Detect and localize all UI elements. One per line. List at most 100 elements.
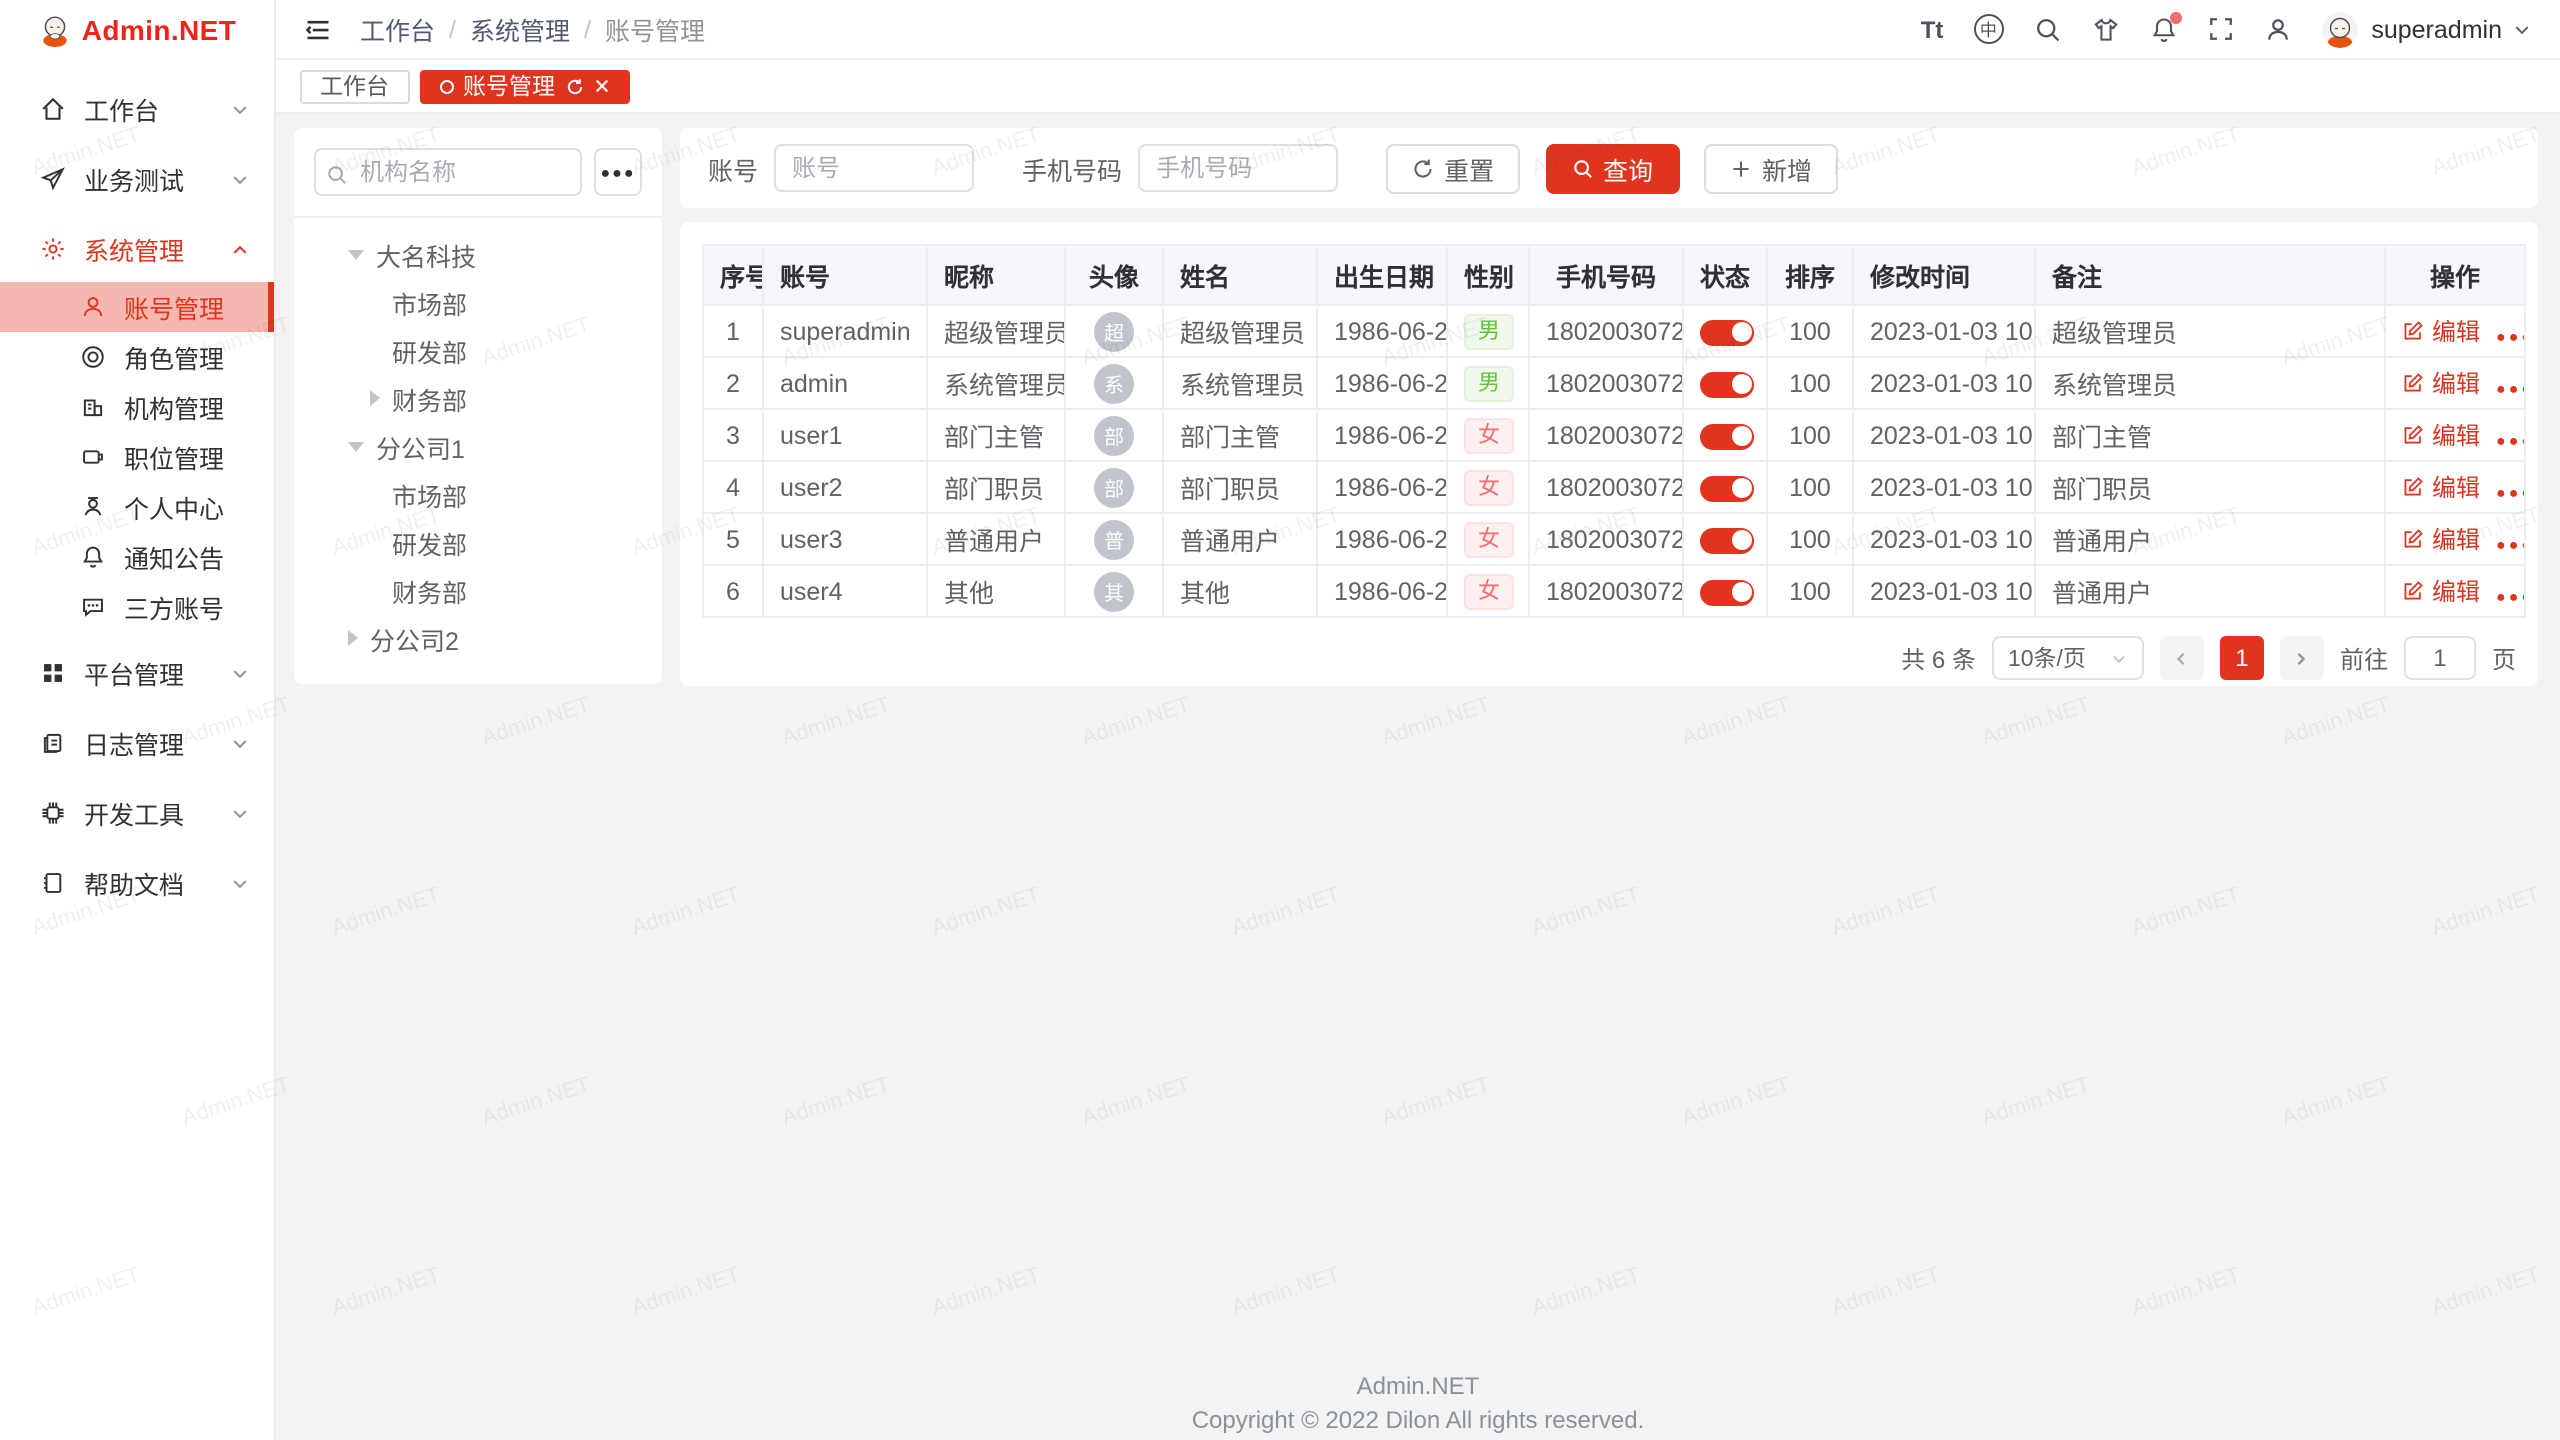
more-actions-icon[interactable]: ●●● (2496, 588, 2525, 606)
tag-view-bar: 工作台 账号管理 (276, 60, 2560, 114)
sidebar-item-help-docs[interactable]: 帮助文档 (0, 854, 274, 912)
sidebar-item-notice[interactable]: 通知公告 (0, 532, 274, 582)
caret-right-icon[interactable] (348, 630, 358, 646)
next-page-button[interactable] (2280, 636, 2324, 680)
theme-shirt-icon[interactable] (2091, 15, 2119, 43)
page-number-current[interactable]: 1 (2220, 636, 2264, 680)
caret-down-icon[interactable] (348, 249, 364, 259)
page-size-select[interactable]: 10条/页 (1992, 636, 2144, 680)
language-icon[interactable]: 中 (1973, 14, 2003, 44)
status-toggle[interactable] (1700, 475, 1754, 501)
tab-workbench[interactable]: 工作台 (300, 69, 409, 103)
tree-node[interactable]: 分公司1 (314, 422, 642, 470)
sidebar-menu: 工作台 业务测试 系统管理 账号管理 角色管理 (0, 80, 274, 912)
caret-right-icon[interactable] (370, 390, 380, 406)
org-search (314, 148, 582, 196)
breadcrumb-workbench[interactable]: 工作台 (360, 10, 435, 48)
sidebar-item-platform-mgmt[interactable]: 平台管理 (0, 644, 274, 702)
tree-node[interactable]: 财务部 (314, 566, 642, 614)
tree-node[interactable]: 大名科技 (314, 230, 642, 278)
reset-button[interactable]: 重置 (1386, 143, 1520, 193)
badge-icon (80, 444, 106, 470)
chevron-down-icon (230, 803, 250, 823)
sidebar-item-position-mgmt[interactable]: 职位管理 (0, 432, 274, 482)
tree-node[interactable]: 财务部 (314, 374, 642, 422)
org-search-input[interactable] (314, 148, 582, 196)
main-content: ●●● 大名科技 市场部 研发部 财务部 分公司1 市场部 研发部 财务部 分公… (276, 114, 2560, 1440)
chevron-down-icon[interactable] (2512, 19, 2532, 39)
goto-label: 前往 (2340, 641, 2388, 675)
table-row: 3 user1 部门主管 部 部门主管 1986-06-28 女 1802003… (703, 409, 2525, 461)
tree-node[interactable]: 研发部 (314, 518, 642, 566)
status-toggle[interactable] (1700, 527, 1754, 553)
tree-node[interactable]: 市场部 (314, 278, 642, 326)
sidebar-item-log-mgmt[interactable]: 日志管理 (0, 714, 274, 772)
chat-icon (80, 594, 106, 620)
sidebar-item-workbench[interactable]: 工作台 (0, 80, 274, 138)
edit-button[interactable]: 编辑 (2402, 366, 2480, 400)
more-actions-icon[interactable]: ●●● (2496, 328, 2525, 346)
sidebar-item-account-mgmt[interactable]: 账号管理 (0, 282, 274, 332)
sidebar-item-role-mgmt[interactable]: 角色管理 (0, 332, 274, 382)
sidebar-item-system-mgmt[interactable]: 系统管理 (0, 220, 274, 278)
edit-button[interactable]: 编辑 (2402, 314, 2480, 348)
close-icon[interactable] (593, 78, 609, 94)
table-row: 5 user3 普通用户 普 普通用户 1986-06-28 女 1802003… (703, 513, 2525, 565)
add-button[interactable]: 新增 (1704, 143, 1838, 193)
sidebar-item-profile-center[interactable]: 个人中心 (0, 482, 274, 532)
chevron-down-icon (2110, 649, 2128, 667)
prev-page-button[interactable] (2160, 636, 2204, 680)
more-actions-icon[interactable]: ●●● (2496, 484, 2525, 502)
status-toggle[interactable] (1700, 579, 1754, 605)
refresh-icon[interactable] (565, 77, 583, 95)
edit-button[interactable]: 编辑 (2402, 574, 2480, 608)
sex-badge: 女 (1464, 417, 1514, 453)
home-icon (40, 96, 66, 122)
edit-button[interactable]: 编辑 (2402, 522, 2480, 556)
tree-node[interactable]: 研发部 (314, 326, 642, 374)
table-row: 2 admin 系统管理员 系 系统管理员 1986-06-28 男 18020… (703, 357, 2525, 409)
collapse-menu-icon[interactable] (304, 15, 332, 43)
avatar: 部 (1094, 415, 1134, 455)
phone-input[interactable] (1138, 144, 1338, 192)
avatar: 其 (1094, 571, 1134, 611)
edit-button[interactable]: 编辑 (2402, 418, 2480, 452)
status-toggle[interactable] (1700, 423, 1754, 449)
logo[interactable]: Admin.NET (0, 0, 274, 60)
table-row: 6 user4 其他 其 其他 1986-06-28 女 18020030720… (703, 565, 2525, 617)
more-actions-icon[interactable]: ●●● (2496, 380, 2525, 398)
chevron-up-icon (230, 239, 250, 259)
breadcrumb-system-mgmt[interactable]: 系统管理 (470, 10, 570, 48)
caret-down-icon[interactable] (348, 441, 364, 451)
search-button[interactable]: 查询 (1545, 143, 1679, 193)
sidebar-item-thirdparty-account[interactable]: 三方账号 (0, 582, 274, 632)
account-input[interactable] (774, 144, 974, 192)
more-actions-icon[interactable]: ●●● (2496, 432, 2525, 450)
font-size-icon[interactable]: Tt (1921, 15, 1944, 43)
sidebar-item-org-mgmt[interactable]: 机构管理 (0, 382, 274, 432)
layout-user-icon[interactable] (2263, 15, 2291, 43)
tree-node[interactable]: 市场部 (314, 470, 642, 518)
tab-account-mgmt[interactable]: 账号管理 (419, 69, 629, 103)
fullscreen-icon[interactable] (2207, 16, 2233, 42)
chevron-down-icon (230, 663, 250, 683)
status-toggle[interactable] (1700, 319, 1754, 345)
grid-icon (40, 660, 66, 686)
sex-badge: 男 (1464, 313, 1514, 349)
pagination: 共 6 条 10条/页 1 前往 页 (702, 636, 2516, 680)
edit-button[interactable]: 编辑 (2402, 470, 2480, 504)
status-toggle[interactable] (1700, 371, 1754, 397)
notifications-bell-icon[interactable] (2149, 15, 2177, 43)
avatar[interactable] (2321, 11, 2357, 47)
sidebar-item-business-test[interactable]: 业务测试 (0, 150, 274, 208)
username[interactable]: superadmin (2371, 15, 2502, 43)
goto-page-input[interactable] (2404, 636, 2476, 680)
sidebar-submenu-system: 账号管理 角色管理 机构管理 职位管理 个人中心 (0, 282, 274, 632)
notification-badge (2169, 11, 2181, 23)
org-more-button[interactable]: ●●● (594, 148, 642, 196)
more-actions-icon[interactable]: ●●● (2496, 536, 2525, 554)
tree-node[interactable]: 分公司2 (314, 614, 642, 662)
book-icon (40, 870, 66, 896)
search-icon[interactable] (2033, 15, 2061, 43)
sidebar-item-dev-tools[interactable]: 开发工具 (0, 784, 274, 842)
